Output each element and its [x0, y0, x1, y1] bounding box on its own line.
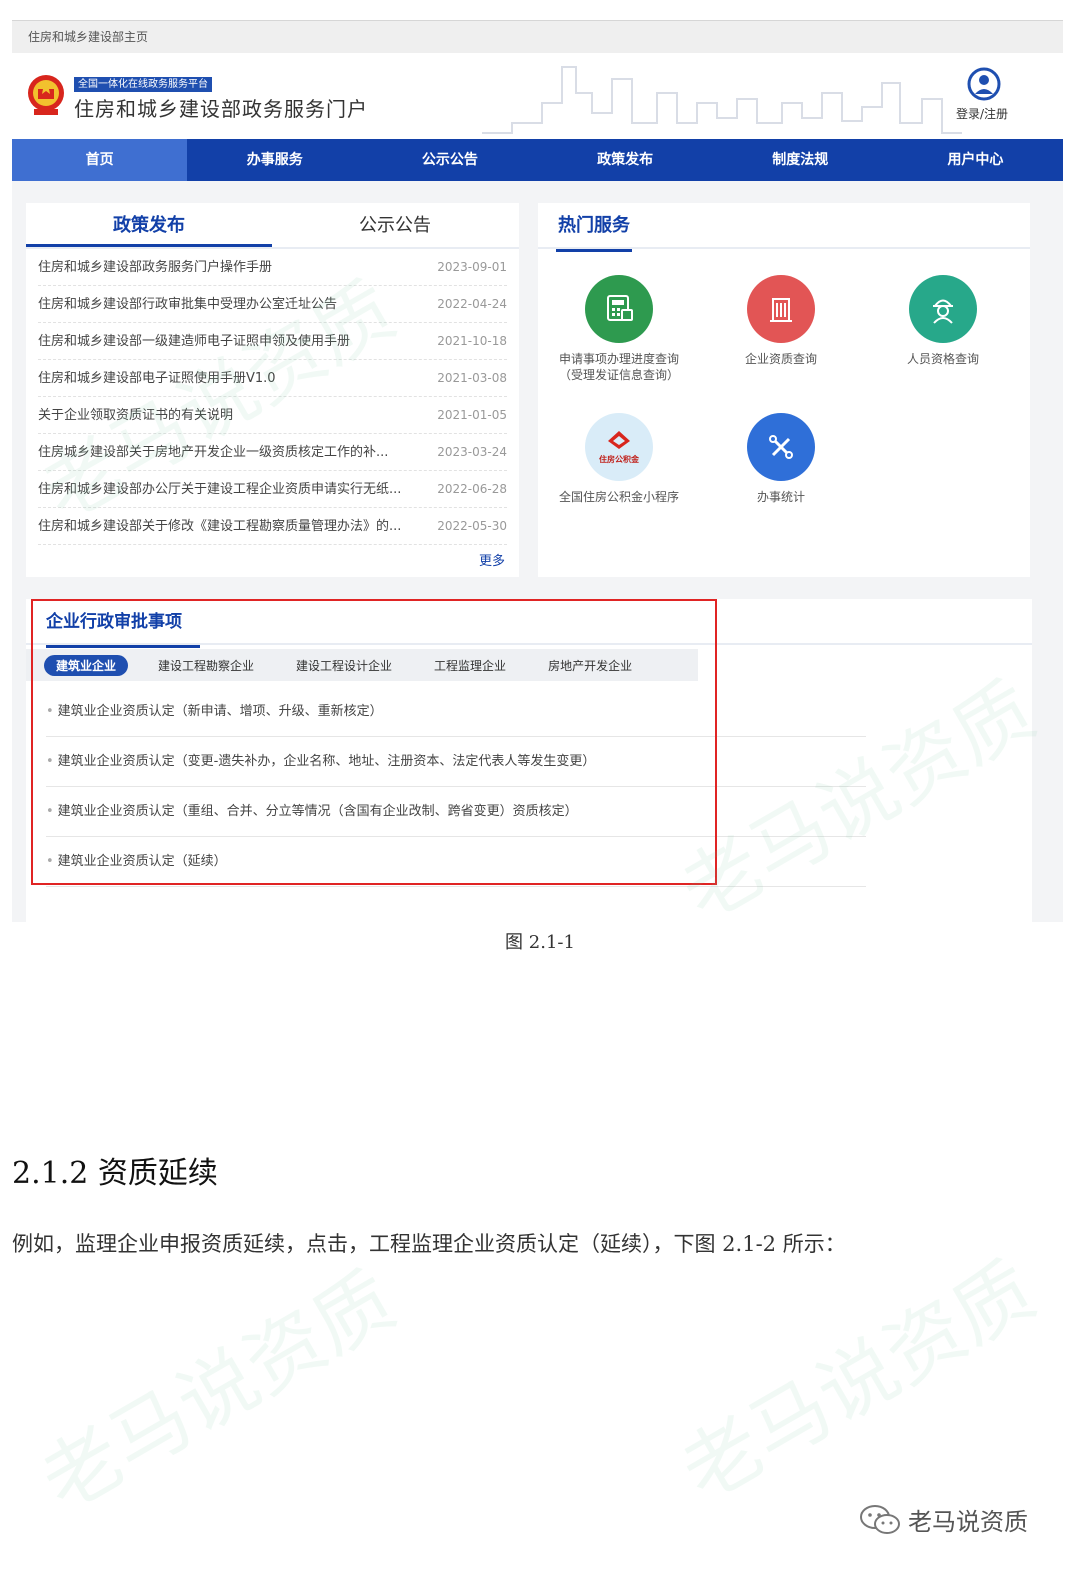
footer-brand-text: 老马说资质	[908, 1508, 1028, 1536]
housing-fund-logo-text: 住房公积金	[599, 454, 639, 464]
service-label: 全国住房公积金小程序	[558, 490, 679, 504]
news-title: 住房城乡建设部关于房地产开发企业一级资质核定工作的补...	[38, 445, 389, 460]
service-label: 人员资格查询	[906, 352, 979, 366]
hot-services-header: 热门服务	[538, 203, 1030, 252]
body-paragraph: 例如，监理企业申报资质延续，点击，工程监理企业资质认定（延续），下图 2.1-2…	[12, 1232, 846, 1256]
news-list: 住房和城乡建设部政务服务门户操作手册 2023-09-01 住房和城乡建设部行政审…	[26, 249, 519, 545]
hot-services-title: 热门服务	[556, 203, 632, 252]
service-progress-query[interactable]: 申请事项办理进度查询 （受理发证信息查询）	[544, 275, 694, 383]
service-label: 办事统计	[756, 490, 805, 504]
news-date: 2022-05-30	[437, 519, 507, 533]
tools-icon	[747, 413, 815, 481]
building-icon	[747, 275, 815, 343]
tab-announcements[interactable]: 公示公告	[272, 203, 518, 247]
news-date: 2022-04-24	[437, 297, 507, 311]
news-item[interactable]: 住房和城乡建设部行政审批集中受理办公室迁址公告 2022-04-24	[38, 286, 507, 323]
news-date: 2022-06-28	[437, 482, 507, 496]
news-date: 2021-10-18	[437, 334, 507, 348]
news-date: 2021-03-08	[437, 371, 507, 385]
news-item[interactable]: 关于企业领取资质证书的有关说明 2021-01-05	[38, 397, 507, 434]
policy-tabs: 政策发布 公示公告	[26, 203, 519, 249]
hot-services-card: 热门服务 申请事项办理进度查询（受理发证信息查询） 企业资质查询 人员资格查询	[538, 203, 1030, 577]
nav-services[interactable]: 办事服务	[187, 139, 362, 181]
section-heading: 2.1.2 资质延续	[12, 1156, 218, 1191]
worker-icon	[909, 275, 977, 343]
news-item[interactable]: 住房城乡建设部关于房地产开发企业一级资质核定工作的补... 2023-03-24	[38, 434, 507, 471]
nav-regulations[interactable]: 制度法规	[713, 139, 888, 181]
highlight-box	[31, 599, 717, 885]
news-title: 住房和城乡建设部行政审批集中受理办公室迁址公告	[38, 297, 338, 312]
news-date: 2021-01-05	[437, 408, 507, 422]
tab-policy[interactable]: 政策发布	[26, 203, 272, 247]
breadcrumb[interactable]: 住房和城乡建设部主页	[12, 21, 1063, 53]
news-title: 住房和城乡建设部电子证照使用手册V1.0	[38, 371, 276, 386]
wechat-icon	[860, 1504, 900, 1534]
login-register-link[interactable]: 登录/注册	[956, 105, 1008, 122]
news-item[interactable]: 住房和城乡建设部政务服务门户操作手册 2023-09-01	[38, 249, 507, 286]
city-skyline-decoration	[482, 66, 962, 134]
news-item[interactable]: 住房和城乡建设部电子证照使用手册V1.0 2021-03-08	[38, 360, 507, 397]
footer-brand: 老马说资质	[858, 1502, 1028, 1537]
national-emblem-icon	[28, 75, 64, 115]
portal-screenshot: 住房和城乡建设部主页 全国一体化在线政务服务平台 住房和城乡建设部政务服务门户 …	[12, 20, 1063, 922]
more-link[interactable]: 更多	[479, 550, 505, 569]
portal-header: 全国一体化在线政务服务平台 住房和城乡建设部政务服务门户 登录/注册	[12, 53, 1063, 139]
news-item[interactable]: 住房和城乡建设部关于修改《建设工程勘察质量管理办法》的... 2022-05-30	[38, 508, 507, 545]
user-icon[interactable]	[967, 67, 1001, 101]
housing-fund-logo: 住房公积金	[585, 413, 653, 481]
nav-policy[interactable]: 政策发布	[538, 139, 713, 181]
news-item[interactable]: 住房和城乡建设部办公厅关于建设工程企业资质申请实行无纸... 2022-06-28	[38, 471, 507, 508]
main-nav: 首页 办事服务 公示公告 政策发布 制度法规 用户中心	[12, 139, 1063, 181]
service-enterprise-qualification[interactable]: 企业资质查询	[706, 275, 856, 367]
news-title: 住房和城乡建设部政务服务门户操作手册	[38, 260, 273, 275]
nav-home[interactable]: 首页	[12, 139, 188, 181]
news-item[interactable]: 住房和城乡建设部一级建造师电子证照申领及使用手册 2021-10-18	[38, 323, 507, 360]
service-statistics[interactable]: 办事统计	[706, 413, 856, 505]
service-label: 企业资质查询	[744, 352, 817, 366]
calculator-icon	[585, 275, 653, 343]
figure-caption: 图 2.1-1	[505, 932, 575, 953]
platform-tag: 全国一体化在线政务服务平台	[74, 77, 212, 92]
news-title: 住房和城乡建设部一级建造师电子证照申领及使用手册	[38, 334, 351, 349]
news-date: 2023-09-01	[437, 260, 507, 274]
service-personnel-qualification[interactable]: 人员资格查询	[868, 275, 1018, 367]
news-date: 2023-03-24	[437, 445, 507, 459]
service-housing-fund-app[interactable]: 住房公积金 全国住房公积金小程序	[544, 413, 694, 505]
news-title: 关于企业领取资质证书的有关说明	[38, 408, 234, 423]
nav-announcements[interactable]: 公示公告	[362, 139, 537, 181]
news-title: 住房和城乡建设部关于修改《建设工程勘察质量管理办法》的...	[38, 519, 402, 534]
nav-user-center[interactable]: 用户中心	[888, 139, 1063, 181]
watermark: 老马说资质	[27, 1255, 410, 1529]
news-title: 住房和城乡建设部办公厅关于建设工程企业资质申请实行无纸...	[38, 482, 402, 497]
service-label: 申请事项办理进度查询 （受理发证信息查询）	[558, 352, 679, 382]
policy-card: 政策发布 公示公告 住房和城乡建设部政务服务门户操作手册 2023-09-01 住…	[26, 203, 519, 577]
portal-title: 住房和城乡建设部政务服务门户	[74, 97, 368, 121]
watermark: 老马说资质	[667, 1245, 1050, 1519]
